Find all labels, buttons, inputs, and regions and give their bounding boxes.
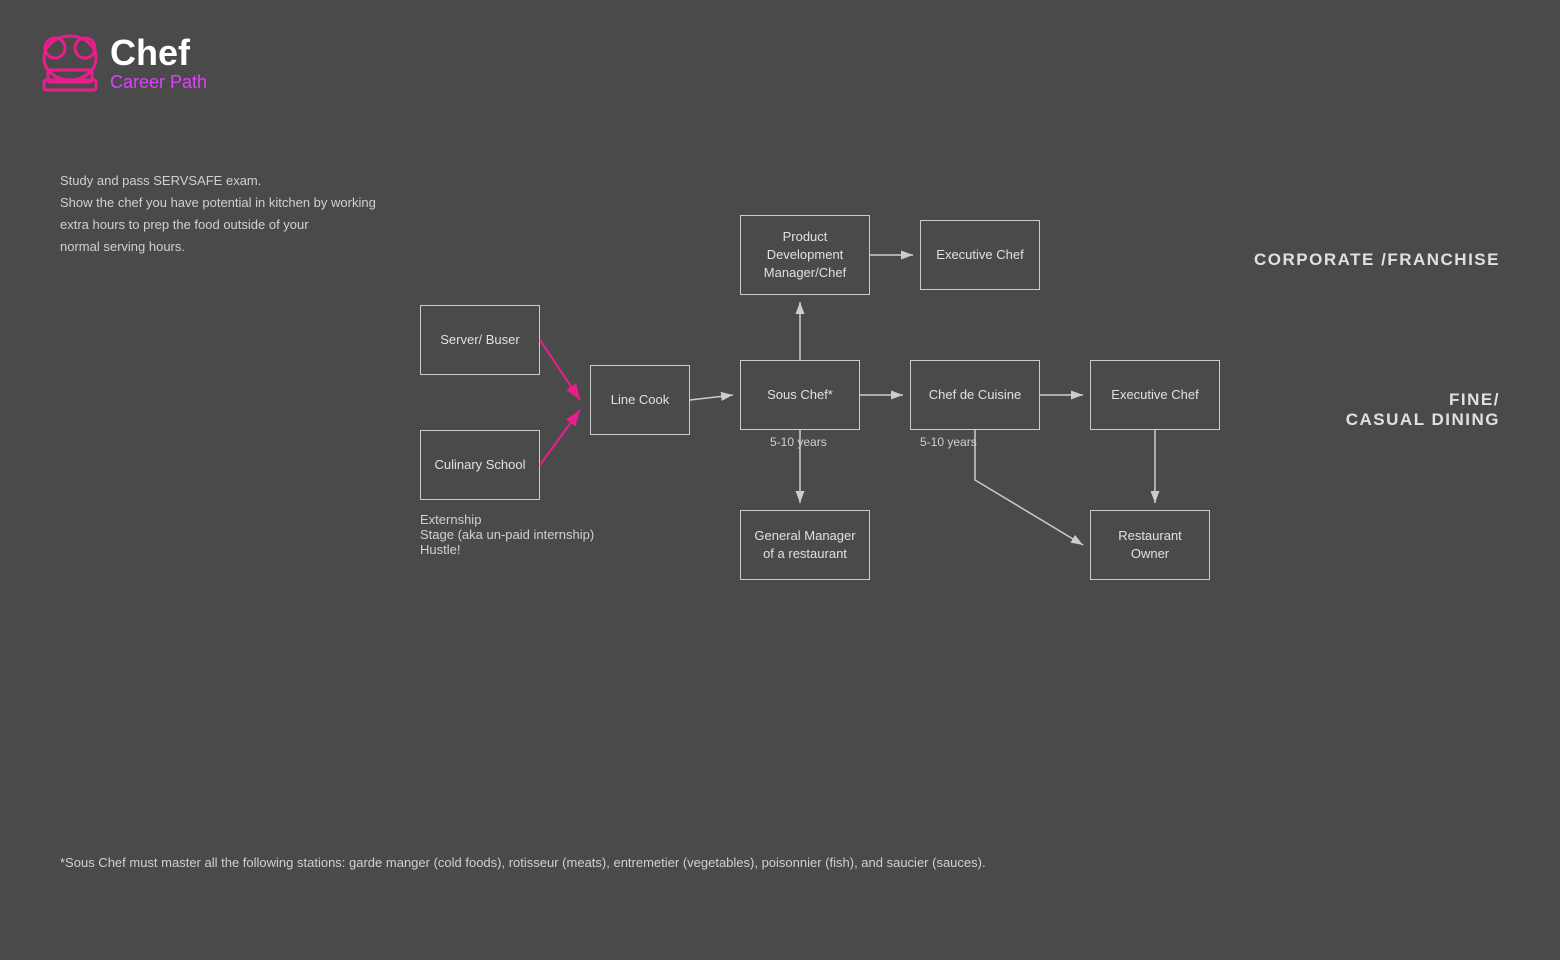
intro-line3: extra hours to prep the food outside of … [60,214,376,236]
line-cook-box: Line Cook [590,365,690,435]
sous-chef-years-label: 5-10 years [770,435,827,449]
externship-label: Externship Stage (aka un-paid internship… [420,512,594,557]
executive-chef-top-box: Executive Chef [920,220,1040,290]
logo-chef-label: Chef [110,33,207,73]
culinary-school-box: Culinary School [420,430,540,500]
executive-chef-mid-box: Executive Chef [1090,360,1220,430]
restaurant-owner-box: Restaurant Owner [1090,510,1210,580]
header: Chef Career Path [40,28,207,98]
intro-line2: Show the chef you have potential in kitc… [60,192,376,214]
fine-dining-label: FINE/ CASUAL DINING [1346,370,1500,430]
product-dev-box: Product Development Manager/Chef [740,215,870,295]
general-manager-box: General Manager of a restaurant [740,510,870,580]
chef-hat-icon [40,28,100,98]
chef-de-cuisine-years-label: 5-10 years [920,435,977,449]
server-buser-box: Server/ Buser [420,305,540,375]
intro-line1: Study and pass SERVSAFE exam. [60,170,376,192]
sous-chef-box: Sous Chef* [740,360,860,430]
logo-text: Chef Career Path [110,33,207,92]
logo-career-label: Career Path [110,73,207,93]
intro-line4: normal serving hours. [60,236,376,258]
corporate-label: CORPORATE /FRANCHISE [1254,250,1500,270]
arrows-svg [0,0,1560,960]
chef-de-cuisine-box: Chef de Cuisine [910,360,1040,430]
footnote: *Sous Chef must master all the following… [60,855,986,870]
intro-text: Study and pass SERVSAFE exam. Show the c… [60,170,376,258]
